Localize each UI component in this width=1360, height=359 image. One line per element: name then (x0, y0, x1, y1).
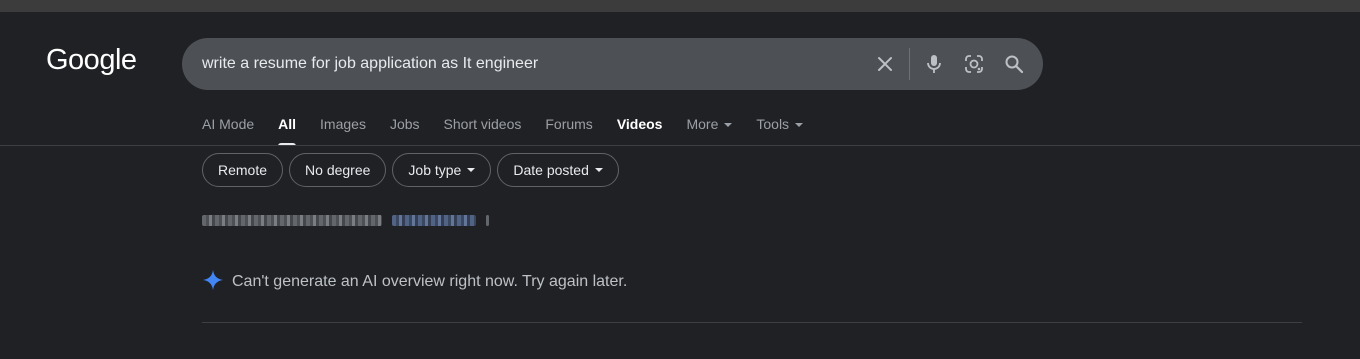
blurred-link (392, 214, 476, 226)
tab-ai-mode[interactable]: AI Mode (202, 110, 254, 146)
tab-forums[interactable]: Forums (545, 110, 592, 146)
chip-label: Remote (218, 162, 268, 178)
tab-label: Short videos (443, 116, 522, 132)
tab-label: More (686, 116, 719, 132)
mic-icon[interactable] (922, 52, 946, 76)
tab-all[interactable]: All (278, 110, 296, 146)
chip-label: Date posted (513, 162, 589, 178)
blurred-mark (486, 214, 489, 226)
ai-overview-notice: Can't generate an AI overview right now.… (202, 268, 627, 296)
chip-no-degree[interactable]: No degree (289, 153, 387, 187)
blurred-text (202, 214, 382, 226)
section-divider (202, 322, 1302, 323)
ai-overview-message: Can't generate an AI overview right now.… (232, 273, 628, 290)
chip-remote[interactable]: Remote (202, 153, 284, 187)
search-icon[interactable] (1002, 52, 1026, 76)
search-divider (909, 48, 910, 80)
chevron-down-icon (594, 168, 603, 172)
tab-label: Forums (545, 116, 593, 132)
tab-label: AI Mode (202, 116, 255, 132)
browser-top-strip (0, 0, 1360, 12)
close-icon[interactable] (873, 52, 897, 76)
tab-videos[interactable]: Videos (617, 110, 663, 146)
result-stats-blurred (202, 211, 499, 229)
google-logo[interactable]: Google (46, 44, 137, 77)
chip-job-type[interactable]: Job type (392, 153, 492, 187)
tab-more[interactable]: More (686, 110, 733, 146)
chevron-down-icon (467, 168, 476, 172)
sparkle-icon (202, 269, 224, 296)
filter-chips: Remote No degree Job type Date posted (202, 153, 625, 187)
search-input[interactable] (202, 38, 852, 90)
tab-label: Jobs (389, 116, 420, 132)
chip-label: No degree (305, 162, 371, 178)
lens-icon[interactable] (962, 52, 986, 76)
tab-jobs[interactable]: Jobs (390, 110, 420, 146)
tab-tools[interactable]: Tools (756, 110, 804, 146)
chevron-down-icon (795, 123, 804, 127)
tab-short-videos[interactable]: Short videos (444, 110, 522, 146)
tab-label: All (278, 116, 297, 132)
tab-label: Videos (616, 116, 663, 132)
search-tabs: AI Mode All Images Jobs Short videos For… (202, 110, 827, 146)
chip-date-posted[interactable]: Date posted (497, 153, 619, 187)
tab-label: Tools (756, 116, 790, 132)
chip-label: Job type (408, 162, 462, 178)
search-box[interactable] (182, 38, 1043, 90)
tab-images[interactable]: Images (320, 110, 366, 146)
tabs-divider (0, 145, 1360, 146)
chevron-down-icon (724, 123, 733, 127)
tab-label: Images (320, 116, 366, 132)
